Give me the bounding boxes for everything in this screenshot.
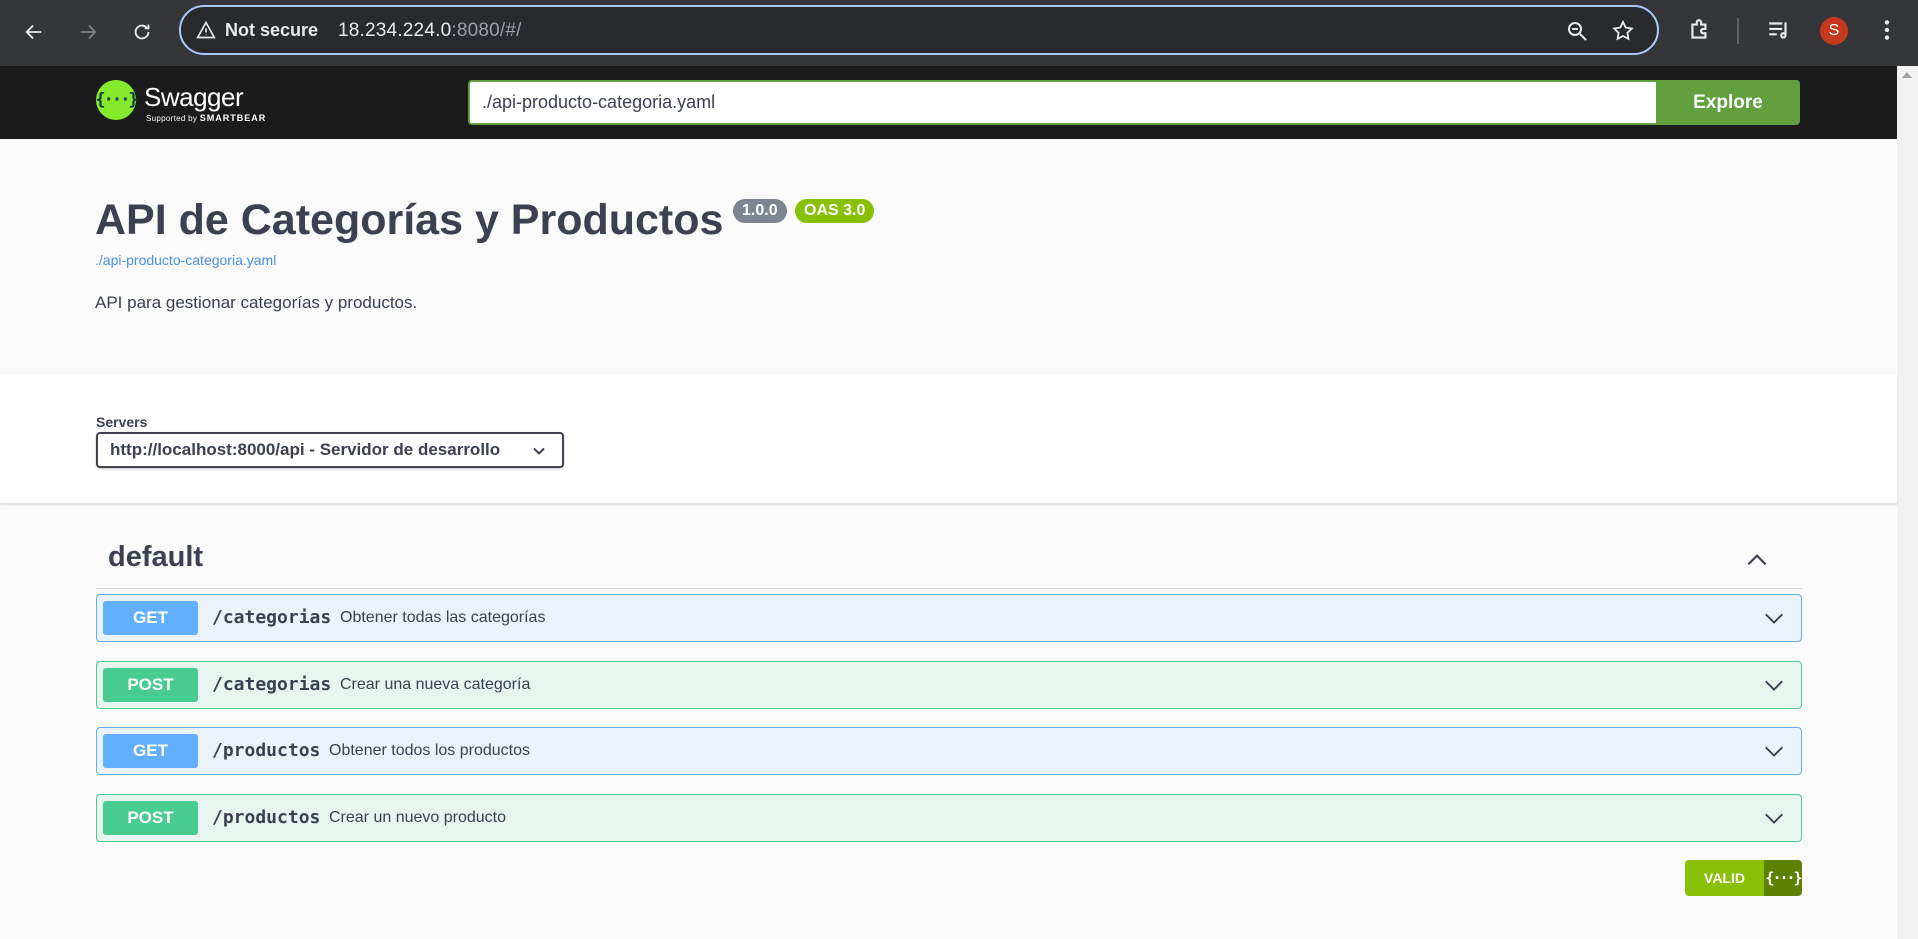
operation-summary: Obtener todas las categorías	[340, 609, 546, 626]
servers-selected-value: http://localhost:8000/api - Servidor de …	[110, 440, 501, 459]
chevron-down-icon[interactable]	[1763, 607, 1785, 629]
warning-icon	[196, 20, 216, 39]
forward-button[interactable]	[70, 14, 106, 50]
reload-icon	[134, 24, 150, 40]
method-badge: GET	[103, 734, 198, 768]
media-icon[interactable]	[1766, 17, 1792, 43]
browser-toolbar: Not secure 18.234.224.0:8080/#/ S	[0, 0, 1918, 66]
explore-button[interactable]: Explore	[1656, 80, 1800, 125]
tag-name: default	[108, 541, 204, 573]
chevron-down-icon[interactable]	[1763, 674, 1785, 696]
swagger-logo-icon: {···}	[95, 80, 139, 120]
oas-badge: OAS 3.0	[795, 199, 875, 223]
operation-summary: Obtener todos los productos	[329, 742, 531, 759]
swagger-logo-word: Swagger	[144, 82, 244, 112]
api-title: API de Categorías y Productos	[95, 196, 724, 244]
swagger-topbar: {···} Swagger Supported by SMARTBEAR ./a…	[0, 66, 1897, 139]
kebab-menu-icon[interactable]	[1874, 17, 1900, 43]
method-badge: POST	[103, 801, 198, 835]
spec-link[interactable]: ./api-producto-categoria.yaml	[95, 252, 276, 268]
back-button[interactable]	[16, 14, 52, 50]
servers-label: Servers	[96, 414, 148, 430]
address-bar[interactable]: Not secure 18.234.224.0:8080/#/	[179, 5, 1659, 55]
version-badge: 1.0.0	[733, 199, 787, 223]
validator-label: VALID	[1685, 860, 1764, 896]
operation-summary: Crear un nuevo producto	[329, 809, 506, 826]
operation-get-categorias[interactable]: GET /categorias Obtener todas las catego…	[96, 594, 1802, 642]
operation-path: /categorias	[212, 674, 332, 695]
operation-post-productos[interactable]: POST /productos Crear un nuevo producto	[96, 794, 1802, 842]
validator-badge[interactable]: VALID {···}	[1685, 860, 1802, 896]
forward-arrow-icon	[80, 24, 97, 40]
swagger-logo[interactable]: {···} Swagger Supported by SMARTBEAR	[95, 80, 296, 128]
profile-avatar[interactable]: S	[1820, 17, 1848, 45]
toolbar-separator	[1737, 18, 1739, 44]
page-scrollbar[interactable]	[1897, 66, 1918, 939]
tagline-brand: SMARTBEAR	[199, 113, 267, 123]
back-arrow-icon	[25, 24, 42, 40]
scroll-up-arrow-icon[interactable]	[1902, 72, 1912, 78]
operation-get-productos[interactable]: GET /productos Obtener todos los product…	[96, 727, 1802, 775]
api-description: API para gestionar categorías y producto…	[95, 293, 418, 312]
url-path: :8080/#/	[451, 20, 522, 41]
servers-section: Servers http://localhost:8000/api - Serv…	[0, 374, 1897, 504]
security-status[interactable]: Not secure	[225, 20, 318, 41]
chevron-down-icon	[533, 447, 545, 455]
tagline-small: Supported by	[146, 114, 198, 123]
operation-path: /productos	[212, 807, 321, 828]
url-text[interactable]: 18.234.224.0:8080/#/	[338, 20, 522, 42]
chevron-down-icon[interactable]	[1763, 807, 1785, 829]
method-badge: GET	[103, 601, 198, 635]
swagger-logo-tagline: Supported by SMARTBEAR	[146, 113, 266, 123]
url-host: 18.234.224.0	[338, 20, 452, 41]
chevron-up-icon[interactable]	[1744, 547, 1770, 573]
spec-url-input[interactable]: ./api-producto-categoria.yaml	[468, 80, 1656, 125]
operation-path: /categorias	[212, 607, 332, 628]
reload-button[interactable]	[124, 14, 160, 50]
tag-section-header[interactable]: default	[96, 535, 1802, 589]
zoom-icon[interactable]	[1565, 19, 1589, 43]
operation-post-categorias[interactable]: POST /categorias Crear una nueva categor…	[96, 661, 1802, 709]
operation-summary: Crear una nueva categoría	[340, 676, 531, 693]
chevron-down-icon[interactable]	[1763, 740, 1785, 762]
validator-icon: {···}	[1764, 860, 1802, 896]
operation-path: /productos	[212, 740, 321, 761]
api-info: API de Categorías y Productos 1.0.0 OAS …	[0, 139, 1897, 374]
extensions-icon[interactable]	[1687, 17, 1713, 43]
method-badge: POST	[103, 668, 198, 702]
star-icon[interactable]	[1611, 19, 1635, 43]
servers-select[interactable]: http://localhost:8000/api - Servidor de …	[96, 432, 564, 468]
